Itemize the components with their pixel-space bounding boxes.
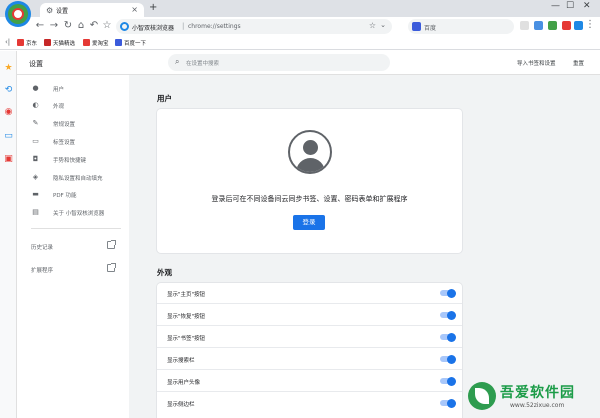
back-icon[interactable]: ← (34, 20, 46, 31)
forward-icon[interactable]: → (48, 20, 60, 31)
window-icon[interactable]: ▭ (3, 131, 14, 142)
weibo-icon[interactable] (562, 21, 571, 30)
appearance-card: 显示"主页"按钮 显示"恢复"按钮 显示"书签"按钮 显示搜索栏 显示用户头像 … (157, 283, 462, 418)
sidebar-item-history[interactable]: 历史记录 (17, 239, 129, 255)
separator: | (182, 22, 185, 30)
address-bar[interactable]: 小智双核浏览器 | chrome://settings ☆ ⌄ (116, 19, 392, 34)
setting-row: 显示侧边栏 (157, 393, 462, 414)
weibo-icon[interactable]: ◉ (3, 107, 14, 118)
avatar (288, 130, 332, 174)
sidebar-item-general[interactable]: ✎ 常规设置 (17, 115, 129, 133)
sidebar-item-appearance[interactable]: ◐ 外观 (17, 97, 129, 115)
sidebar-rail: ★ ⟲ ◉ ▭ ▣ (0, 51, 17, 418)
bookmarks-toggle-icon[interactable]: ‹| (5, 38, 10, 46)
toggle-switch[interactable] (440, 310, 456, 320)
sidebar-item-about[interactable]: ▤ 关于 小智双核浏览器 (17, 204, 129, 222)
bookmarks-icon[interactable]: ☆ (101, 20, 113, 31)
search-icon: ⌕ (175, 57, 180, 66)
settings-sidenav: ● 用户 ◐ 外观 ✎ 常规设置 ▭ 标签设置 ◘ 手势和快捷键 ◈ 隐私设置和… (17, 75, 129, 418)
site-name: 小智双核浏览器 (132, 25, 175, 32)
sidebar-item-gestures[interactable]: ◘ 手势和快捷键 (17, 151, 129, 169)
taobao-icon (83, 39, 90, 46)
external-link-icon (107, 240, 116, 249)
sidebar-item-tabs[interactable]: ▭ 标签设置 (17, 133, 129, 151)
setting-row: 显示搜索栏 (157, 349, 462, 370)
shield-icon: ◈ (32, 173, 39, 181)
pdf-icon: ▬ (32, 190, 39, 198)
home-icon[interactable]: ⌂ (75, 20, 87, 31)
toggle-switch[interactable] (440, 398, 456, 408)
tab-strip: ⚙ 设置 × + — ☐ ✕ (0, 0, 600, 17)
tmall-icon (44, 39, 51, 46)
setting-row: 显示用户头像 (157, 371, 462, 392)
signin-button[interactable]: 登录 (293, 215, 325, 230)
undo-close-icon[interactable]: ↶ (88, 20, 100, 31)
browser-logo-icon (5, 1, 31, 27)
account-icon[interactable] (574, 21, 583, 30)
jd-icon (17, 39, 24, 46)
star-icon[interactable]: ☆ (369, 21, 376, 30)
page-title: 设置 (29, 60, 43, 68)
sidebar-item-user[interactable]: ● 用户 (17, 80, 129, 98)
external-link-icon (107, 263, 116, 272)
info-icon: ▤ (32, 208, 39, 216)
new-tab-button[interactable]: + (149, 2, 157, 13)
reset-link[interactable]: 重置 (573, 59, 584, 67)
chevron-down-icon[interactable]: ⌄ (380, 21, 386, 29)
watermark-url: www.52zixue.com (510, 402, 565, 409)
minimize-button[interactable]: — (551, 1, 560, 11)
toggle-switch[interactable] (440, 288, 456, 298)
close-window-button[interactable]: ✕ (583, 1, 591, 11)
search-engine-icon[interactable] (412, 22, 421, 31)
watermark-logo-icon (468, 382, 496, 410)
close-icon[interactable]: × (131, 5, 138, 14)
history-icon[interactable]: ⟲ (3, 85, 14, 96)
section-title-user: 用户 (157, 94, 172, 103)
settings-search-input[interactable]: ⌕ 在设置中搜索 (168, 54, 390, 71)
tab-icon: ▭ (32, 137, 39, 145)
search-placeholder: 在设置中搜索 (186, 61, 220, 67)
tab-settings[interactable]: ⚙ 设置 × (40, 3, 144, 17)
search-engine-label: 百度 (424, 25, 437, 32)
toggle-switch[interactable] (440, 332, 456, 342)
office-icon[interactable]: ▣ (3, 154, 14, 165)
settings-main: 用户 登录后可在不同设备间云同步书签、设置、密码表单和扩展程序 登录 外观 显示… (129, 75, 600, 418)
baidu-icon (115, 39, 122, 46)
url-text[interactable]: chrome://settings (188, 23, 241, 30)
import-bookmarks-link[interactable]: 导入书签和设置 (517, 59, 556, 67)
wrench-icon: ✎ (32, 119, 39, 127)
translate-icon[interactable] (548, 21, 557, 30)
bookmarks-bar: ‹| 京东 天猫精选 爱淘宝 百度一下 (0, 36, 600, 50)
sidebar-item-privacy[interactable]: ◈ 隐私设置和自动填充 (17, 169, 129, 187)
toggle-switch[interactable] (440, 354, 456, 364)
gear-icon: ⚙ (46, 6, 54, 15)
palette-icon: ◐ (32, 101, 39, 109)
favorites-star-icon[interactable]: ★ (3, 63, 14, 74)
mouse-icon: ◘ (32, 155, 39, 163)
setting-row: 显示"恢复"按钮 (157, 305, 462, 326)
screenshot-icon[interactable] (534, 21, 543, 30)
browser-icon (120, 22, 129, 31)
sidebar-item-pdf[interactable]: ▬ PDF 功能 (17, 186, 129, 204)
extension-icon[interactable] (520, 21, 529, 30)
divider (31, 228, 121, 229)
reload-icon[interactable]: ↻ (62, 20, 74, 31)
person-icon: ● (32, 84, 39, 92)
menu-icon[interactable]: ⋮ (585, 19, 595, 30)
user-card: 登录后可在不同设备间云同步书签、设置、密码表单和扩展程序 登录 (157, 109, 462, 253)
tab-title: 设置 (56, 8, 69, 15)
signin-description: 登录后可在不同设备间云同步书签、设置、密码表单和扩展程序 (211, 195, 408, 203)
toggle-switch[interactable] (440, 376, 456, 386)
setting-row: 显示"书签"按钮 (157, 327, 462, 348)
setting-row: 显示"主页"按钮 (157, 283, 462, 304)
section-title-appearance: 外观 (157, 268, 172, 277)
maximize-button[interactable]: ☐ (566, 1, 574, 11)
settings-header: 设置 ⌕ 在设置中搜索 导入书签和设置 重置 (17, 51, 600, 75)
watermark-title: 吾爱软件园 (500, 385, 575, 401)
toolbar: ← → ↻ ⌂ ↶ ☆ 小智双核浏览器 | chrome://settings … (0, 17, 600, 36)
search-box[interactable]: 百度 (408, 19, 514, 34)
sidebar-item-extensions[interactable]: 扩展程序 (17, 262, 129, 278)
